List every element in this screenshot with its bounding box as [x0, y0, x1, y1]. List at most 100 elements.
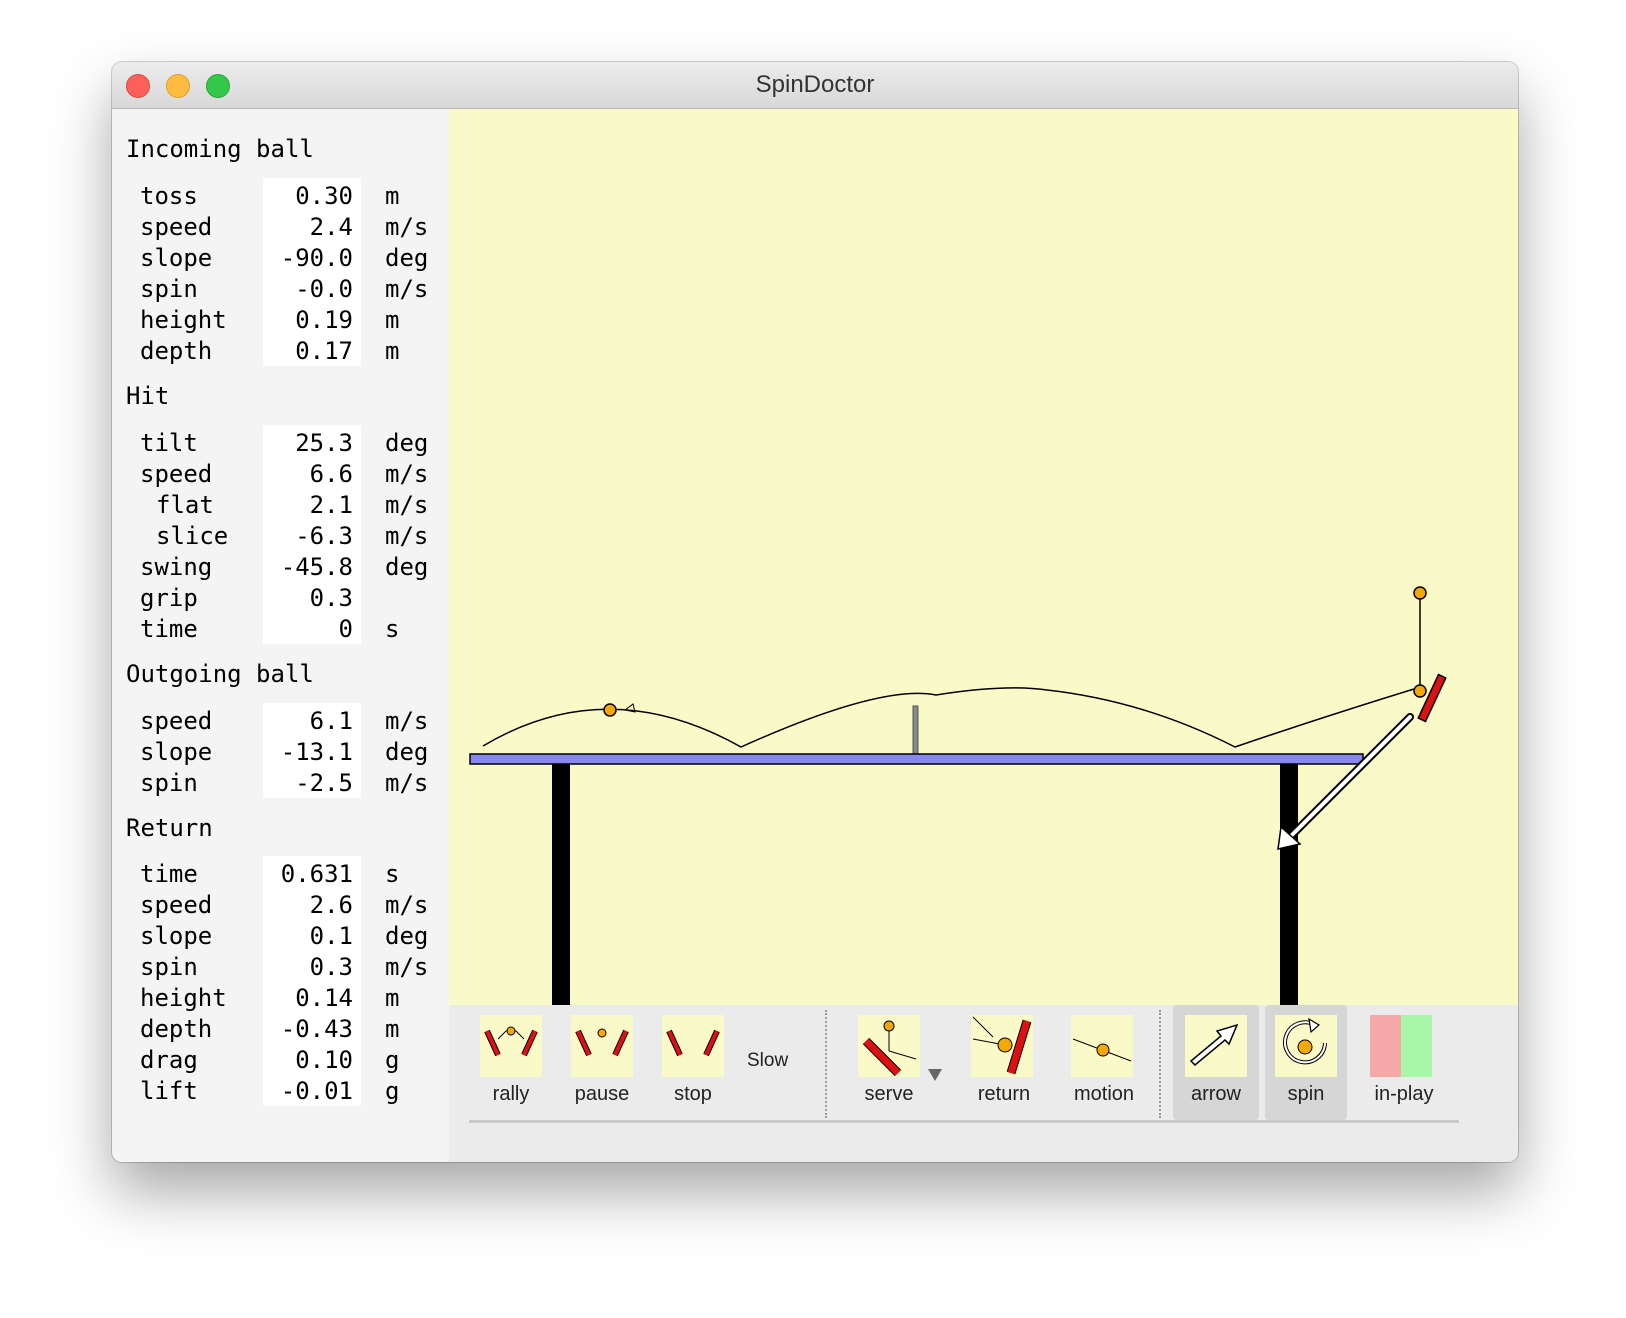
return-param-value[interactable]: 0.14 [263, 984, 353, 1012]
toolbar-separator [825, 1010, 827, 1118]
arrow-button[interactable]: arrow [1173, 1005, 1259, 1120]
hit-param-value[interactable]: 2.1 [263, 491, 353, 519]
in-play-button[interactable]: in-play [1354, 1005, 1454, 1120]
return-param-unit: s [385, 860, 400, 888]
outgoing-param-label: spin [140, 769, 198, 797]
outgoing-param-unit: m/s [385, 707, 429, 735]
return-param-label: drag [140, 1046, 198, 1074]
table-top[interactable] [469, 753, 1364, 765]
return-param-unit: m [385, 1015, 400, 1043]
return-param-unit: g [385, 1077, 400, 1105]
return-param-unit: m [385, 984, 400, 1012]
incoming-param-value[interactable]: -90.0 [263, 244, 353, 272]
stop-button[interactable]: stop [653, 1005, 733, 1120]
return-param-unit: g [385, 1046, 400, 1074]
return-param-value[interactable]: 0.631 [263, 860, 353, 888]
return-param-value[interactable]: 0.3 [263, 953, 353, 981]
return-param-label: height [140, 984, 227, 1012]
incoming-param-unit: m/s [385, 213, 429, 241]
slow-toggle[interactable]: Slow [747, 1050, 788, 1072]
outgoing-param-value[interactable]: -13.1 [263, 738, 353, 766]
rally-label: rally [492, 1083, 530, 1105]
incoming-param-unit: m [385, 306, 400, 334]
pause-button[interactable]: pause [562, 1005, 642, 1120]
serve-icon [858, 1015, 920, 1077]
pause-icon [571, 1015, 633, 1077]
simulation-canvas[interactable] [449, 109, 1518, 1005]
hit-param-value[interactable]: 0 [263, 615, 353, 643]
toolbar-separator [1159, 1010, 1161, 1118]
hit-param-value[interactable]: 6.6 [263, 460, 353, 488]
serve-dropdown-icon[interactable] [927, 1068, 943, 1082]
outgoing-param-label: slope [140, 738, 213, 766]
window-title: SpinDoctor [755, 71, 875, 98]
incoming-param-label: slope [140, 244, 213, 272]
app-window: SpinDoctor Incoming ball toss 0.30 m speed 2.… [112, 62, 1518, 1162]
return-param-value[interactable]: 2.6 [263, 891, 353, 919]
arrow-icon [1185, 1015, 1247, 1077]
return-param-unit: deg [385, 922, 429, 950]
hit-param-value[interactable]: -45.8 [263, 553, 353, 581]
incoming-param-value[interactable]: 0.30 [263, 182, 353, 210]
outgoing-param-unit: m/s [385, 769, 429, 797]
outgoing-param-value[interactable]: -2.5 [263, 769, 353, 797]
hit-param-unit: deg [385, 429, 429, 457]
return-param-label: time [140, 860, 198, 888]
outgoing-param-unit: deg [385, 738, 429, 766]
incoming-param-unit: m [385, 182, 400, 210]
return-button[interactable]: return [954, 1005, 1054, 1120]
toolbar: rally pause stop Slow serve return motio… [449, 1005, 1518, 1162]
outgoing-section-heading: Outgoing ball [126, 660, 314, 688]
incoming-param-value[interactable]: 0.19 [263, 306, 353, 334]
incoming-param-value[interactable]: -0.0 [263, 275, 353, 303]
hit-param-unit: s [385, 615, 400, 643]
serve-button[interactable]: serve [849, 1005, 949, 1120]
hit-param-value[interactable]: 0.3 [263, 584, 353, 612]
toss-ball[interactable] [1413, 586, 1427, 600]
incoming-param-label: speed [140, 213, 213, 241]
stop-icon [662, 1015, 724, 1077]
incoming-param-unit: deg [385, 244, 429, 272]
toolbar-bottom-rule [469, 1120, 1459, 1123]
paddle[interactable] [1417, 673, 1447, 723]
incoming-param-value[interactable]: 0.17 [263, 337, 353, 365]
spin-label: spin [1287, 1083, 1325, 1105]
return-label: return [977, 1083, 1031, 1105]
return-icon [971, 1015, 1033, 1077]
hit-param-label: flat [156, 491, 214, 519]
hit-ball[interactable] [1413, 684, 1427, 698]
rally-button[interactable]: rally [471, 1005, 551, 1120]
in-play-label: in-play [1374, 1083, 1434, 1105]
motion-icon [1071, 1015, 1133, 1077]
spin-button[interactable]: spin [1265, 1005, 1347, 1120]
hit-param-label: swing [140, 553, 213, 581]
hit-param-unit: deg [385, 553, 429, 581]
return-param-unit: m/s [385, 953, 429, 981]
table-leg-left [552, 764, 570, 1005]
incoming-param-value[interactable]: 2.4 [263, 213, 353, 241]
hit-param-value[interactable]: 25.3 [263, 429, 353, 457]
hit-param-label: grip [140, 584, 198, 612]
pause-label: pause [574, 1083, 630, 1105]
return-param-value[interactable]: 0.10 [263, 1046, 353, 1074]
net [912, 705, 919, 755]
serve-label: serve [864, 1083, 914, 1105]
title-bar[interactable]: SpinDoctor [112, 62, 1518, 109]
return-param-value[interactable]: -0.43 [263, 1015, 353, 1043]
return-section-heading: Return [126, 814, 213, 842]
hit-param-value[interactable]: -6.3 [263, 522, 353, 550]
hit-param-label: tilt [140, 429, 198, 457]
ball[interactable] [603, 703, 617, 717]
hit-param-label: time [140, 615, 198, 643]
motion-button[interactable]: motion [1054, 1005, 1154, 1120]
return-param-value[interactable]: -0.01 [263, 1077, 353, 1105]
outgoing-param-value[interactable]: 6.1 [263, 707, 353, 735]
hit-section-heading: Hit [126, 382, 170, 410]
return-param-label: slope [140, 922, 213, 950]
rally-icon [480, 1015, 542, 1077]
return-param-value[interactable]: 0.1 [263, 922, 353, 950]
incoming-section-heading: Incoming ball [126, 135, 314, 163]
in-play-icon [1370, 1015, 1432, 1077]
arrow-label: arrow [1190, 1083, 1241, 1105]
incoming-param-label: depth [140, 337, 213, 365]
